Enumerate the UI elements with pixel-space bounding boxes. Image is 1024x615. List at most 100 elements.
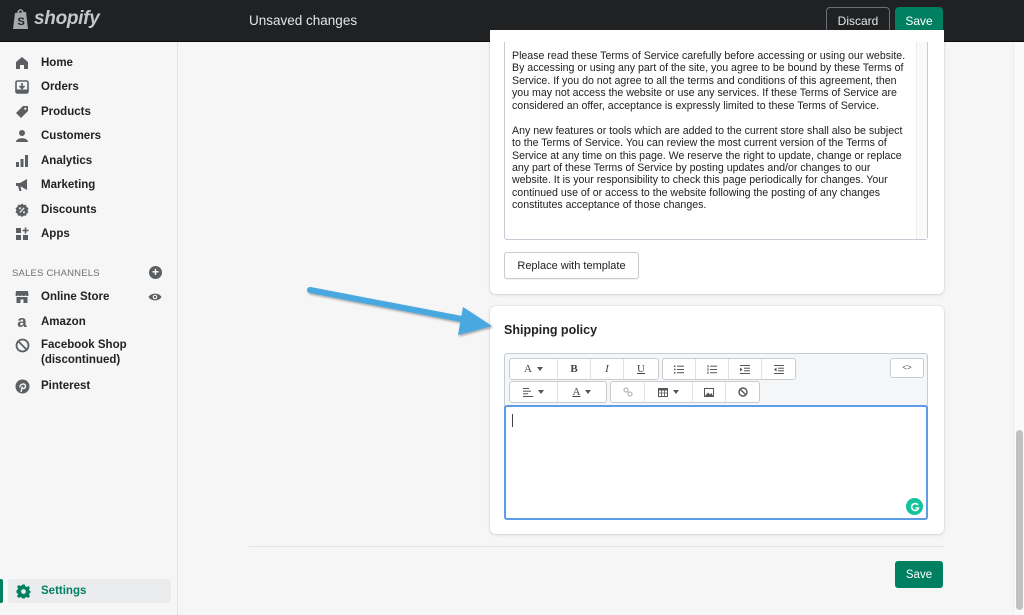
add-sales-channel-icon[interactable]: + bbox=[149, 266, 162, 279]
bullet-list-icon bbox=[674, 365, 684, 373]
underline-button[interactable]: U bbox=[624, 359, 658, 379]
chevron-down-icon bbox=[585, 390, 592, 394]
table-icon bbox=[658, 387, 668, 397]
footer-divider bbox=[249, 546, 944, 547]
sidebar-item-label: Analytics bbox=[41, 154, 93, 167]
sidebar-item-label: Amazon bbox=[41, 315, 86, 328]
text-color-dropdown-button[interactable]: A bbox=[558, 382, 606, 402]
editor-toolbar-row-1: A B I U bbox=[509, 358, 799, 380]
code-view-button[interactable]: <> bbox=[890, 358, 924, 378]
sidebar-item-online-store[interactable]: Online Store bbox=[0, 285, 178, 309]
clear-formatting-button[interactable] bbox=[726, 382, 759, 402]
sidebar-item-label: Settings bbox=[41, 584, 87, 597]
grammarly-icon[interactable] bbox=[906, 498, 923, 515]
sidebar-item-sublabel: (discontinued) bbox=[41, 354, 121, 366]
person-icon bbox=[14, 128, 30, 144]
sidebar-item-label: Discounts bbox=[41, 203, 97, 216]
page-scrollbar-thumb[interactable] bbox=[1016, 430, 1023, 610]
chevron-down-icon bbox=[673, 390, 679, 394]
font-icon: A bbox=[524, 363, 532, 375]
table-dropdown-button[interactable] bbox=[645, 382, 693, 402]
bullet-list-button[interactable] bbox=[663, 359, 696, 379]
terms-paragraph: Please read these Terms of Service caref… bbox=[512, 50, 906, 112]
chevron-down-icon bbox=[536, 367, 543, 371]
bar-chart-icon bbox=[14, 153, 30, 169]
sidebar-item-label: Pinterest bbox=[41, 379, 91, 392]
bold-button[interactable]: B bbox=[558, 359, 591, 379]
sidebar-item-home[interactable]: Home bbox=[0, 51, 178, 75]
alignment-dropdown-button[interactable] bbox=[510, 382, 558, 402]
textarea-scrollbar[interactable] bbox=[916, 42, 927, 239]
megaphone-icon bbox=[14, 177, 30, 193]
align-left-icon bbox=[523, 387, 533, 397]
font-dropdown-button[interactable]: A bbox=[510, 359, 558, 379]
text-color-icon: A bbox=[572, 386, 581, 398]
store-icon bbox=[14, 289, 30, 305]
link-icon bbox=[622, 387, 633, 397]
apps-icon bbox=[14, 226, 30, 242]
numbered-list-button[interactable] bbox=[696, 359, 729, 379]
sidebar-item-marketing[interactable]: Marketing bbox=[0, 173, 178, 197]
active-indicator bbox=[0, 579, 3, 603]
eye-icon[interactable] bbox=[148, 290, 162, 304]
sidebar-item-label: Orders bbox=[41, 80, 79, 93]
rich-text-editor: A B I U <> A bbox=[504, 353, 928, 520]
sidebar-item-facebook-shop[interactable]: Facebook Shop (discontinued) bbox=[0, 336, 178, 368]
amazon-icon: a bbox=[17, 312, 27, 331]
toolbar-group-lists bbox=[662, 358, 796, 380]
sidebar-item-label: Online Store bbox=[41, 290, 110, 303]
home-icon bbox=[14, 55, 30, 71]
sidebar-item-label: Facebook Shop bbox=[41, 339, 127, 351]
insert-image-button[interactable] bbox=[693, 382, 726, 402]
bold-icon: B bbox=[570, 363, 578, 375]
replace-with-template-button[interactable]: Replace with template bbox=[504, 252, 639, 279]
svg-text:S: S bbox=[18, 16, 25, 28]
text-cursor bbox=[512, 414, 513, 427]
sales-channels-heading: SALES CHANNELS bbox=[12, 268, 100, 279]
outdent-icon bbox=[740, 364, 750, 374]
unsaved-changes-label: Unsaved changes bbox=[249, 13, 358, 28]
underline-icon: U bbox=[637, 363, 645, 375]
sidebar-item-products[interactable]: Products bbox=[0, 100, 178, 124]
shopify-logo[interactable]: S shopify bbox=[12, 8, 100, 30]
sidebar: Home Orders Products Customers Analytics… bbox=[0, 42, 178, 615]
toolbar-group-insert bbox=[610, 381, 760, 403]
sidebar-item-customers[interactable]: Customers bbox=[0, 124, 178, 148]
sidebar-item-label: Products bbox=[41, 105, 91, 118]
sidebar-item-pinterest[interactable]: Pinterest bbox=[0, 374, 178, 398]
discount-icon bbox=[14, 202, 30, 218]
orders-icon bbox=[14, 79, 30, 95]
sidebar-item-analytics[interactable]: Analytics bbox=[0, 149, 178, 173]
tag-icon bbox=[14, 104, 30, 120]
sidebar-item-discounts[interactable]: Discounts bbox=[0, 198, 178, 222]
italic-button[interactable]: I bbox=[591, 359, 624, 379]
brand-wordmark: shopify bbox=[34, 8, 100, 29]
blocked-icon bbox=[14, 337, 30, 353]
shipping-policy-card: Shipping policy A B I U <> A bbox=[490, 306, 944, 534]
shopify-bag-icon: S bbox=[13, 9, 28, 29]
link-button[interactable] bbox=[611, 382, 645, 402]
shipping-policy-title: Shipping policy bbox=[504, 323, 598, 337]
sidebar-item-label: Customers bbox=[41, 129, 102, 142]
page-scrollbar[interactable] bbox=[1013, 42, 1024, 615]
sidebar-item-orders[interactable]: Orders bbox=[0, 75, 178, 99]
indent-button[interactable] bbox=[762, 359, 795, 379]
sidebar-item-label: Marketing bbox=[41, 178, 96, 191]
terms-of-service-textarea[interactable]: Please read these Terms of Service caref… bbox=[504, 42, 928, 240]
numbered-list-icon bbox=[707, 364, 717, 374]
pinterest-icon bbox=[14, 378, 30, 394]
save-button-bottom[interactable]: Save bbox=[895, 561, 943, 588]
chevron-down-icon bbox=[538, 390, 544, 394]
shipping-policy-input[interactable] bbox=[504, 405, 928, 520]
sidebar-item-settings[interactable]: Settings bbox=[8, 579, 171, 603]
italic-icon: I bbox=[605, 363, 609, 375]
editor-toolbar-row-2: A bbox=[509, 381, 763, 403]
sidebar-item-apps[interactable]: Apps bbox=[0, 222, 178, 246]
toolbar-group-text-style: A B I U bbox=[509, 358, 659, 380]
outdent-button[interactable] bbox=[729, 359, 762, 379]
sidebar-item-label: Home bbox=[41, 56, 73, 69]
sidebar-item-amazon[interactable]: a Amazon bbox=[0, 310, 178, 334]
indent-icon bbox=[773, 364, 784, 374]
annotation-arrow bbox=[307, 287, 492, 335]
gear-icon bbox=[15, 583, 31, 599]
